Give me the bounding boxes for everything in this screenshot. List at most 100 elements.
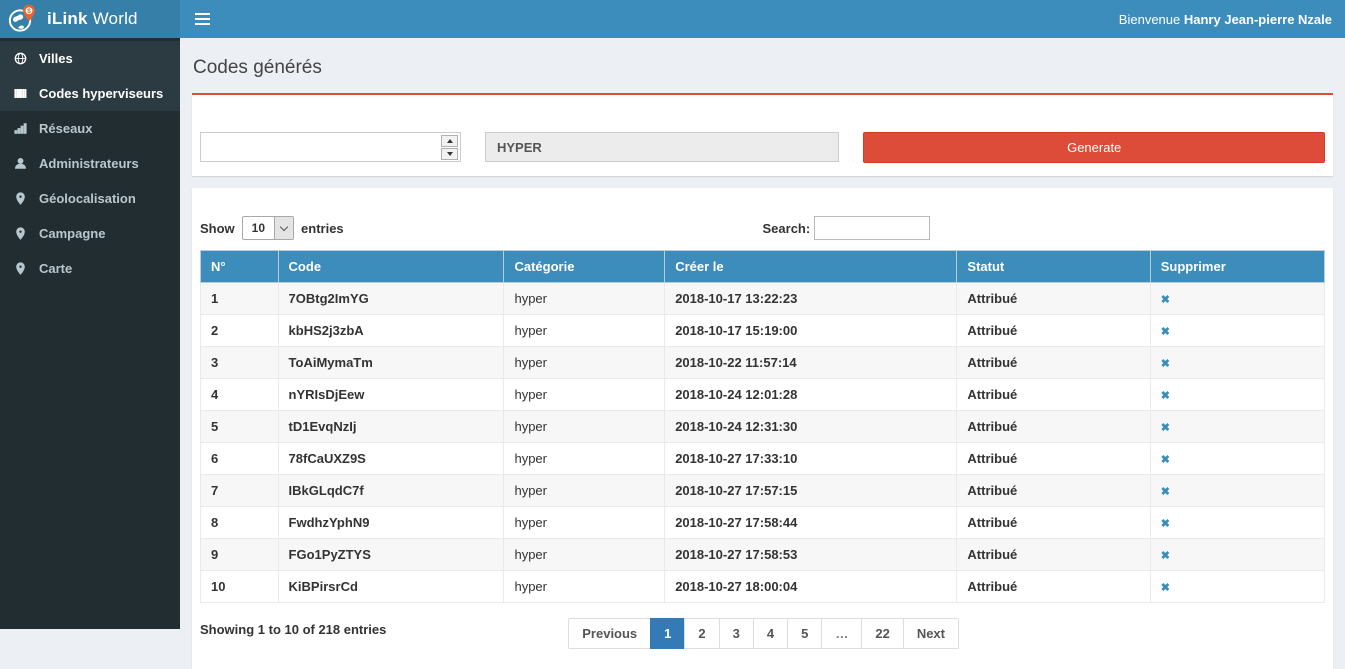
- status-cell: Attribué: [957, 507, 1150, 539]
- delete-x-icon[interactable]: ✖: [1161, 423, 1170, 434]
- main-content: Codes générés Generate Show 10: [180, 38, 1345, 629]
- column-header[interactable]: Supprimer: [1150, 251, 1324, 283]
- delete-cell: ✖: [1150, 571, 1324, 603]
- entries-info: Showing 1 to 10 of 218 entries: [200, 618, 568, 637]
- category-cell: hyper: [504, 507, 665, 539]
- delete-x-icon[interactable]: ✖: [1161, 327, 1170, 338]
- sidebar-item-g-olocalisation[interactable]: Géolocalisation: [0, 181, 180, 216]
- table-row: 10KiBPirsrCdhyper2018-10-27 18:00:04Attr…: [201, 571, 1325, 603]
- row-number-cell: 1: [201, 283, 279, 315]
- sidebar-item-label: Campagne: [39, 226, 105, 241]
- code-cell: tD1EvqNzIj: [278, 411, 504, 443]
- row-number-cell: 2: [201, 315, 279, 347]
- delete-cell: ✖: [1150, 347, 1324, 379]
- brand-logo-area[interactable]: $ iLink World: [0, 0, 180, 38]
- category-cell: hyper: [504, 571, 665, 603]
- status-cell: Attribué: [957, 539, 1150, 571]
- delete-x-icon[interactable]: ✖: [1161, 295, 1170, 306]
- barcode-icon: [14, 87, 28, 101]
- table-row: 3ToAiMymaTmhyper2018-10-22 11:57:14Attri…: [201, 347, 1325, 379]
- status-cell: Attribué: [957, 443, 1150, 475]
- entries-label: entries: [301, 221, 344, 236]
- show-label: Show: [200, 221, 235, 236]
- row-number-cell: 6: [201, 443, 279, 475]
- table-row: 5tD1EvqNzIjhyper2018-10-24 12:31:30Attri…: [201, 411, 1325, 443]
- signal-bars-icon: [14, 122, 28, 136]
- quantity-input[interactable]: [200, 132, 461, 162]
- pagination-1[interactable]: 1: [650, 618, 685, 649]
- table-row: 9FGo1PyZTYShyper2018-10-27 17:58:53Attri…: [201, 539, 1325, 571]
- category-cell: hyper: [504, 475, 665, 507]
- delete-cell: ✖: [1150, 379, 1324, 411]
- status-cell: Attribué: [957, 283, 1150, 315]
- pagination-22[interactable]: 22: [861, 618, 903, 649]
- welcome-message: Bienvenue Hanry Jean-pierre Nzale: [1119, 12, 1332, 27]
- delete-x-icon[interactable]: ✖: [1161, 359, 1170, 370]
- sidebar-item-villes[interactable]: Villes: [0, 41, 180, 76]
- pagination-4[interactable]: 4: [753, 618, 788, 649]
- created-date-cell: 2018-10-24 12:31:30: [665, 411, 957, 443]
- row-number-cell: 10: [201, 571, 279, 603]
- navbar-right: Bienvenue Hanry Jean-pierre Nzale: [180, 0, 1345, 38]
- search-input[interactable]: [814, 216, 930, 240]
- table-row: 17OBtg2ImYGhyper2018-10-17 13:22:23Attri…: [201, 283, 1325, 315]
- delete-x-icon[interactable]: ✖: [1161, 519, 1170, 530]
- delete-x-icon[interactable]: ✖: [1161, 551, 1170, 562]
- code-generator-panel: Generate: [192, 93, 1333, 176]
- status-cell: Attribué: [957, 475, 1150, 507]
- sidebar-item-codes-hyperviseurs[interactable]: Codes hyperviseurs: [0, 76, 180, 111]
- category-cell: hyper: [504, 379, 665, 411]
- codes-table: N°CodeCatégorieCréer leStatutSupprimer 1…: [200, 250, 1325, 603]
- stepper-up-icon[interactable]: [441, 135, 458, 147]
- row-number-cell: 5: [201, 411, 279, 443]
- table-controls: Show 10 entries Search:: [200, 216, 1325, 240]
- sidebar-item-r-seaux[interactable]: Réseaux: [0, 111, 180, 146]
- brand-name: iLink World: [47, 9, 138, 29]
- pagination: Previous12345…22Next: [568, 618, 959, 649]
- column-header[interactable]: Catégorie: [504, 251, 665, 283]
- sidebar-item-campagne[interactable]: Campagne: [0, 216, 180, 251]
- codes-table-panel: Show 10 entries Search: N°CodeCa: [192, 188, 1333, 669]
- stepper-down-icon[interactable]: [441, 148, 458, 160]
- category-cell: hyper: [504, 347, 665, 379]
- generate-button[interactable]: Generate: [863, 132, 1325, 163]
- delete-cell: ✖: [1150, 507, 1324, 539]
- sidebar-toggle-hamburger-icon[interactable]: [193, 9, 212, 29]
- user-icon: [14, 157, 28, 171]
- code-cell: KiBPirsrCd: [278, 571, 504, 603]
- map-marker-icon: [14, 262, 28, 276]
- pagination-next[interactable]: Next: [903, 618, 959, 649]
- table-footer: Showing 1 to 10 of 218 entries Previous1…: [200, 618, 1325, 649]
- code-cell: IBkGLqdC7f: [278, 475, 504, 507]
- code-cell: FwdhzYphN9: [278, 507, 504, 539]
- status-cell: Attribué: [957, 315, 1150, 347]
- sidebar-item-label: Codes hyperviseurs: [39, 86, 163, 101]
- column-header[interactable]: Code: [278, 251, 504, 283]
- created-date-cell: 2018-10-22 11:57:14: [665, 347, 957, 379]
- column-header[interactable]: N°: [201, 251, 279, 283]
- page-title: Codes générés: [193, 57, 1333, 79]
- row-number-cell: 7: [201, 475, 279, 507]
- delete-x-icon[interactable]: ✖: [1161, 455, 1170, 466]
- sidebar: Villes Codes hyperviseurs RéseauxAdministr…: [0, 38, 180, 629]
- pagination-3[interactable]: 3: [719, 618, 754, 649]
- created-date-cell: 2018-10-27 17:58:44: [665, 507, 957, 539]
- sidebar-item-carte[interactable]: Carte: [0, 251, 180, 286]
- column-header[interactable]: Créer le: [665, 251, 957, 283]
- delete-cell: ✖: [1150, 475, 1324, 507]
- sidebar-item-label: Villes: [39, 51, 73, 66]
- column-header[interactable]: Statut: [957, 251, 1150, 283]
- category-cell: hyper: [504, 443, 665, 475]
- row-number-cell: 9: [201, 539, 279, 571]
- map-marker-icon: [14, 227, 28, 241]
- pagination-5[interactable]: 5: [787, 618, 822, 649]
- delete-cell: ✖: [1150, 315, 1324, 347]
- delete-x-icon[interactable]: ✖: [1161, 583, 1170, 594]
- sidebar-item-administrateurs[interactable]: Administrateurs: [0, 146, 180, 181]
- pagination-previous[interactable]: Previous: [568, 618, 651, 649]
- pagination-2[interactable]: 2: [684, 618, 719, 649]
- delete-x-icon[interactable]: ✖: [1161, 391, 1170, 402]
- page-length-select[interactable]: 10: [242, 216, 294, 240]
- created-date-cell: 2018-10-17 15:19:00: [665, 315, 957, 347]
- delete-x-icon[interactable]: ✖: [1161, 487, 1170, 498]
